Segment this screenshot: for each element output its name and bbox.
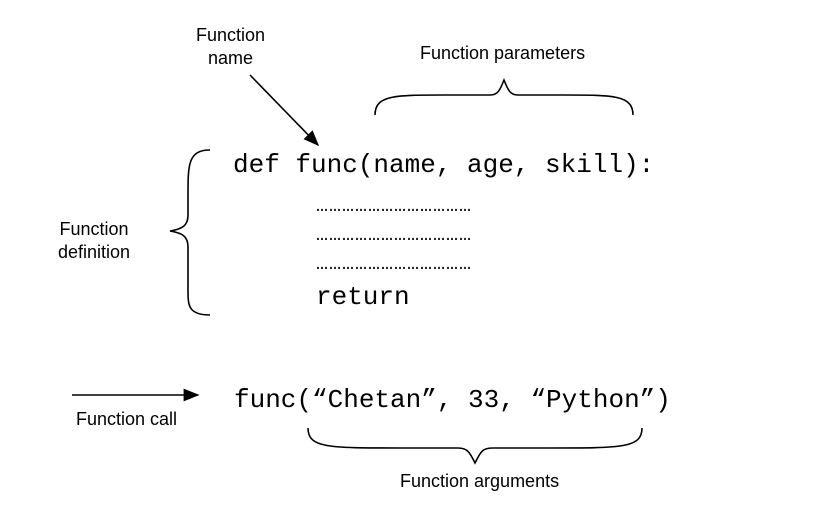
code-return-stmt: return xyxy=(316,282,410,313)
code-body-line-2: ……………………………… xyxy=(316,224,472,247)
label-function-name: Function name xyxy=(196,24,265,69)
label-function-definition: Function definition xyxy=(58,218,130,263)
label-function-parameters: Function parameters xyxy=(420,42,585,65)
code-body-line-1: ……………………………… xyxy=(316,195,472,218)
label-function-arguments: Function arguments xyxy=(400,470,559,493)
code-def-line: def func(name, age, skill): xyxy=(233,150,654,181)
label-function-call: Function call xyxy=(76,408,177,431)
brace-arguments-icon xyxy=(308,428,642,463)
code-call-line: func(“Chetan”, 33, “Python”) xyxy=(234,385,671,416)
brace-parameters-icon xyxy=(375,80,633,115)
code-body-line-3: ……………………………… xyxy=(316,253,472,276)
brace-definition-icon xyxy=(170,150,210,315)
arrow-function-name xyxy=(250,75,318,145)
